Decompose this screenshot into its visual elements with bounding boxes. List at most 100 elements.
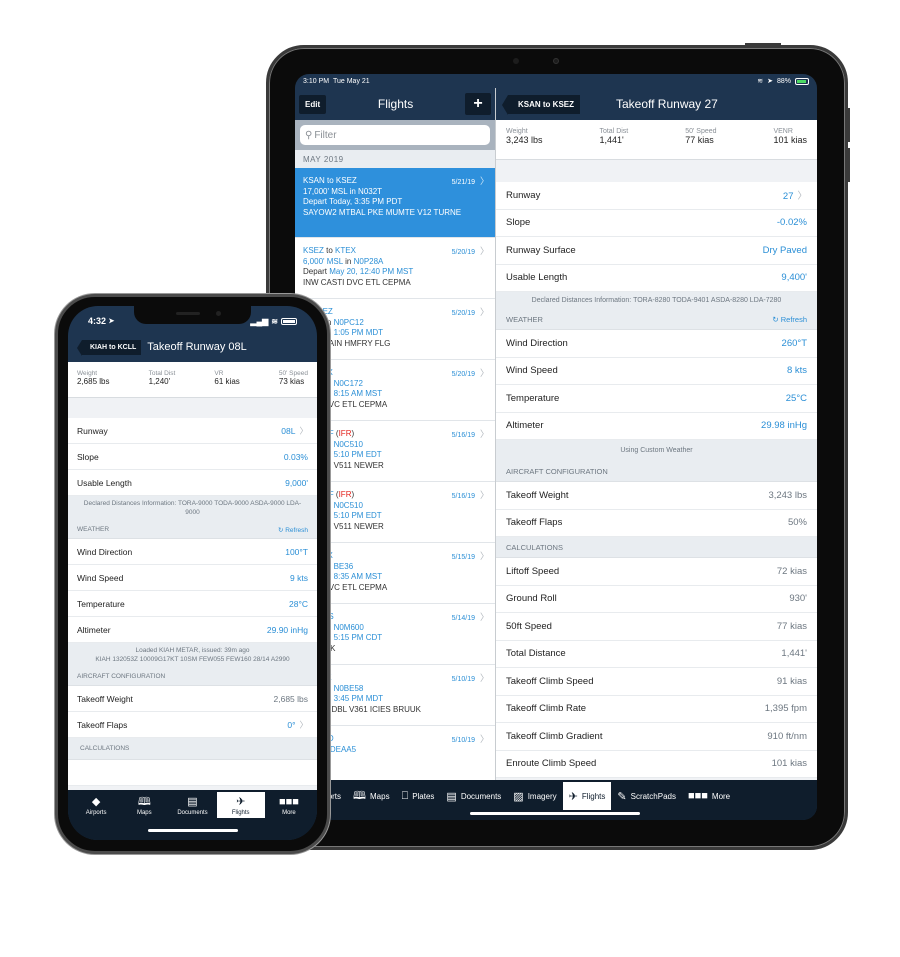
setting-row[interactable]: Runway Surface Dry Paved [496,237,817,265]
setting-row[interactable]: Wind Direction 100°T [68,539,317,565]
setting-row[interactable]: Runway 08L 〉 [68,418,317,444]
summary-label: Weight [506,128,528,135]
tab-maps[interactable]: 🕮 Maps [120,792,168,818]
row-value: 100°T [285,546,308,557]
row-label: Takeoff Weight [77,693,133,704]
runway-section: Runway 08L 〉 Slope 0.03% Usable Length 9,000' [68,418,317,496]
flight-route: INW CASTI DVC ETL CEPMA [303,277,411,287]
setting-row[interactable]: Slope 0.03% [68,444,317,470]
row-value-wrap: 260°T [782,338,807,349]
flight-depart-line: May 14, 5:15 PM CDT [303,633,487,644]
setting-row[interactable]: Temperature 28°C [68,591,317,617]
plates-icon: ⎕ [401,789,409,802]
setting-row[interactable]: Wind Speed 9 kts [68,565,317,591]
tab-more[interactable]: ■■■ More [682,782,736,810]
documents-icon: ▤ [187,796,198,808]
tab-scratchpads[interactable]: ✎ ScratchPads [611,782,682,810]
more-icon: ■■■ [278,796,299,808]
refresh-button[interactable]: ↻ Refresh [772,315,807,324]
setting-row[interactable]: Takeoff Weight 3,243 lbs [496,482,817,510]
tab-more[interactable]: ■■■ More [265,792,313,818]
row-value-wrap: 50% [788,517,807,528]
flight-depart-line: Depart May 20, 12:40 PM MST [303,267,487,278]
flights-icon: ✈ [236,796,246,808]
row-value-wrap: 29.98 inHg [761,420,807,431]
add-flight-button[interactable]: + [464,93,491,115]
tab-maps[interactable]: 🕮 Maps [347,782,396,810]
flight-date: 5/10/19 [451,676,475,683]
map-icon: 🕮 [353,789,367,802]
refresh-label: Refresh [780,314,807,324]
setting-row[interactable]: 50ft Speed 77 kias [496,613,817,641]
aircraft-tail: N032T [358,186,383,196]
summary-label: Total Dist [599,128,629,135]
row-value: 101 kias [771,758,807,770]
row-value: 930' [789,593,807,605]
setting-row[interactable]: Altimeter 29.90 inHg [68,617,317,643]
tab-flights[interactable]: ✈ Flights [562,782,612,810]
row-label: Enroute Climb Speed [506,758,597,770]
chevron-right-icon: 〉 [479,612,489,622]
setting-row[interactable]: Total Distance 1,441' [496,640,817,668]
setting-row[interactable]: Takeoff Climb Rate 1,395 fpm [496,695,817,723]
back-button[interactable]: KSAN to KSEZ [502,94,580,115]
row-value-wrap: 0° 〉 [287,719,308,731]
airport-icon: ◆ [91,796,101,808]
setting-row[interactable]: Enroute Climb Speed 101 kias [496,750,817,778]
tab-imagery[interactable]: ▨ Imagery [507,782,562,810]
setting-row[interactable]: Wind Direction 260°T [496,330,817,358]
ifr-badge: IFR [338,490,352,499]
setting-row[interactable]: Usable Length 9,000' [68,470,317,496]
config-header-label: AIRCRAFT CONFIGURATION [506,466,608,476]
tab-documents[interactable]: ▤ Documents [440,782,507,810]
takeoff-detail-pane: KSAN to KSEZ Takeoff Runway 27 Weight 3,2… [495,88,817,780]
back-button[interactable]: KIAH to KCLL [76,339,142,356]
row-value: 0° [287,719,296,730]
setting-row[interactable]: Usable Length 9,400' [496,264,817,292]
row-label: Usable Length [506,272,568,284]
tab-label: Flights [231,810,250,816]
tab-documents[interactable]: ▤ Documents [168,792,216,818]
row-value-wrap: 77 kias [777,621,807,632]
flight-depart-line: May 16, 5:10 PM EDT [303,450,487,461]
flight-list-item[interactable]: KSEZ to KTEX 6,000' MSL in N0P28A Depart M… [295,238,495,299]
row-value: 1,441' [781,648,807,660]
tab-airports[interactable]: ◆ Airports [72,792,120,818]
setting-row[interactable]: Wind Speed 8 kts [496,357,817,385]
filter-bar: ⚲ Filter [295,120,495,150]
destination-airport: KSEZ [335,176,357,185]
tab-plates[interactable]: ⎕ Plates [396,782,441,810]
chevron-right-icon: 〉 [479,734,489,744]
setting-row[interactable]: Takeoff Flaps 0° 〉 [68,712,317,738]
tab-flights[interactable]: ✈ Flights [216,792,265,818]
setting-row[interactable]: Ground Roll 930' [496,585,817,613]
flight-route: N GILBI V511 NEWER [303,460,384,470]
flights-nav-bar: Edit Flights + [295,88,495,120]
setting-row[interactable]: Takeoff Flaps 50% [496,509,817,537]
row-value: 1,395 fpm [764,703,807,715]
flights-title: Flights [377,97,414,111]
setting-row[interactable]: Slope -0.02% [496,209,817,237]
refresh-button[interactable]: ↻ Refresh [278,526,308,534]
setting-row[interactable]: Takeoff Climb Speed 91 kias [496,668,817,696]
setting-row[interactable]: Liftoff Speed 72 kias [496,558,817,586]
filter-input[interactable]: ⚲ Filter [300,125,490,145]
chevron-right-icon: 〉 [479,673,489,683]
chevron-right-icon: 〉 [479,246,489,256]
setting-row[interactable]: Takeoff Climb Gradient 910 ft/nm [496,723,817,751]
setting-row[interactable]: Runway 27 〉 [496,182,817,210]
summary-label: Weight [77,370,98,377]
summary-value: 73 kias [278,377,305,386]
edit-button[interactable]: Edit [299,94,327,114]
setting-row[interactable]: Takeoff Weight 2,685 lbs [68,686,317,712]
setting-row[interactable]: Altimeter 29.98 inHg [496,412,817,440]
setting-row[interactable]: Temperature 25°C [496,385,817,413]
flight-date: 5/16/19 [451,493,475,500]
flight-list-item[interactable]: KSAN to KSEZ 17,000' MSL in N032T Depart T… [295,168,495,238]
metar-loaded-text: Loaded KIAH METAR, issued: 39m ago [135,647,250,654]
calc-header: CALCULATIONS [496,537,817,558]
status-time: 3:10 PM [303,77,330,85]
row-value-wrap: 9,000' [285,478,308,488]
status-date: Tue May 21 [332,77,370,85]
weather-header-label: WEATHER [77,526,110,533]
